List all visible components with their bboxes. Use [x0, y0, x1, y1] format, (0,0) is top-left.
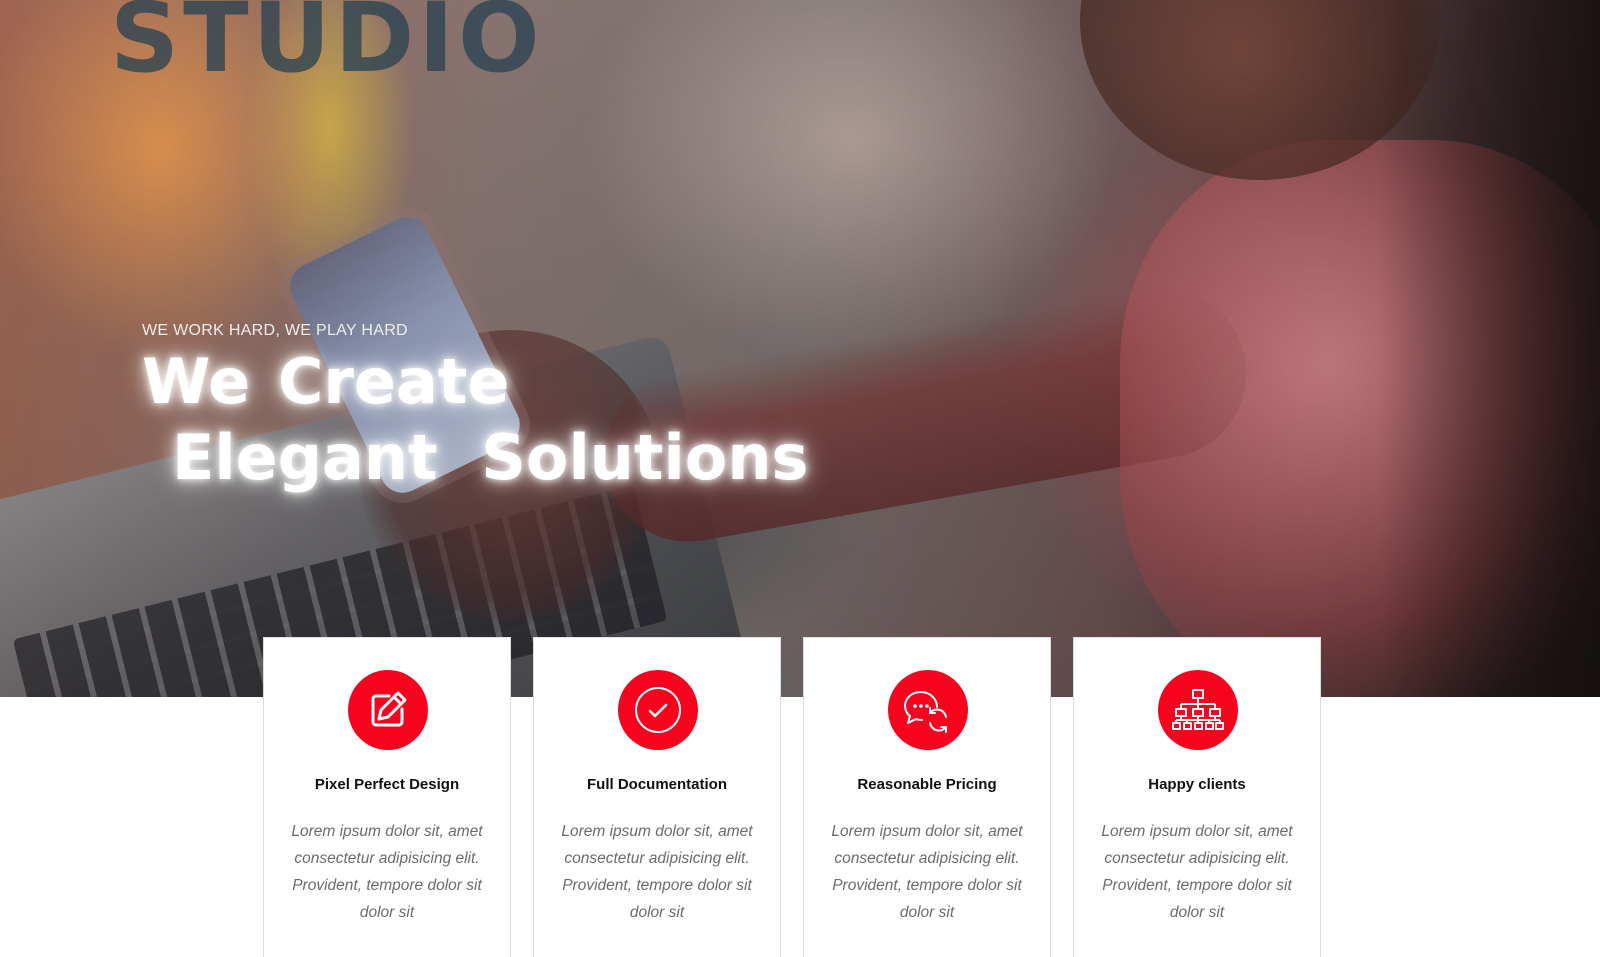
- hero-background-shirt: [1120, 140, 1600, 697]
- hero-headline: We Create Elegant Solutions: [142, 344, 808, 496]
- hero-background-face: [1080, 0, 1440, 180]
- feature-description: Lorem ipsum dolor sit, amet consectetur …: [831, 823, 1023, 921]
- hero-tagline: WE WORK HARD, WE PLAY HARD: [142, 322, 408, 339]
- feature-description: Lorem ipsum dolor sit, amet consectetur …: [1101, 823, 1293, 921]
- feature-title: Reasonable Pricing: [857, 776, 997, 793]
- sitemap-icon: [1158, 670, 1238, 750]
- hero-background-shade: [1380, 0, 1600, 697]
- feature-description: Lorem ipsum dolor sit, amet consectetur …: [561, 823, 753, 921]
- feature-card-full-documentation: Full Documentation Lorem ipsum dolor sit…: [533, 637, 781, 957]
- feature-card-pixel-perfect-design: Pixel Perfect Design Lorem ipsum dolor s…: [263, 637, 511, 957]
- feature-title: Happy clients: [1148, 776, 1246, 793]
- landing-page: STUDIO WE WORK HARD, WE PLAY HARD We Cre…: [0, 0, 1600, 957]
- chat-refresh-icon: [888, 670, 968, 750]
- feature-title: Pixel Perfect Design: [314, 776, 460, 793]
- features-section: Pixel Perfect Design Lorem ipsum dolor s…: [263, 637, 1323, 957]
- hero-headline-line-2: Elegant Solutions: [172, 421, 809, 494]
- hero-headline-line-1: We Create: [142, 345, 510, 418]
- feature-card-reasonable-pricing: Reasonable Pricing Lorem ipsum dolor sit…: [803, 637, 1051, 957]
- feature-card-happy-clients: Happy clients Lorem ipsum dolor sit, ame…: [1073, 637, 1321, 957]
- feature-description: Lorem ipsum dolor sit, amet consectetur …: [291, 823, 483, 921]
- hero-section: STUDIO WE WORK HARD, WE PLAY HARD We Cre…: [0, 0, 1600, 697]
- check-circle-icon: [618, 670, 698, 750]
- feature-title: Full Documentation: [587, 776, 727, 793]
- edit-icon: [348, 670, 428, 750]
- brand-logo-text[interactable]: STUDIO: [110, 0, 544, 86]
